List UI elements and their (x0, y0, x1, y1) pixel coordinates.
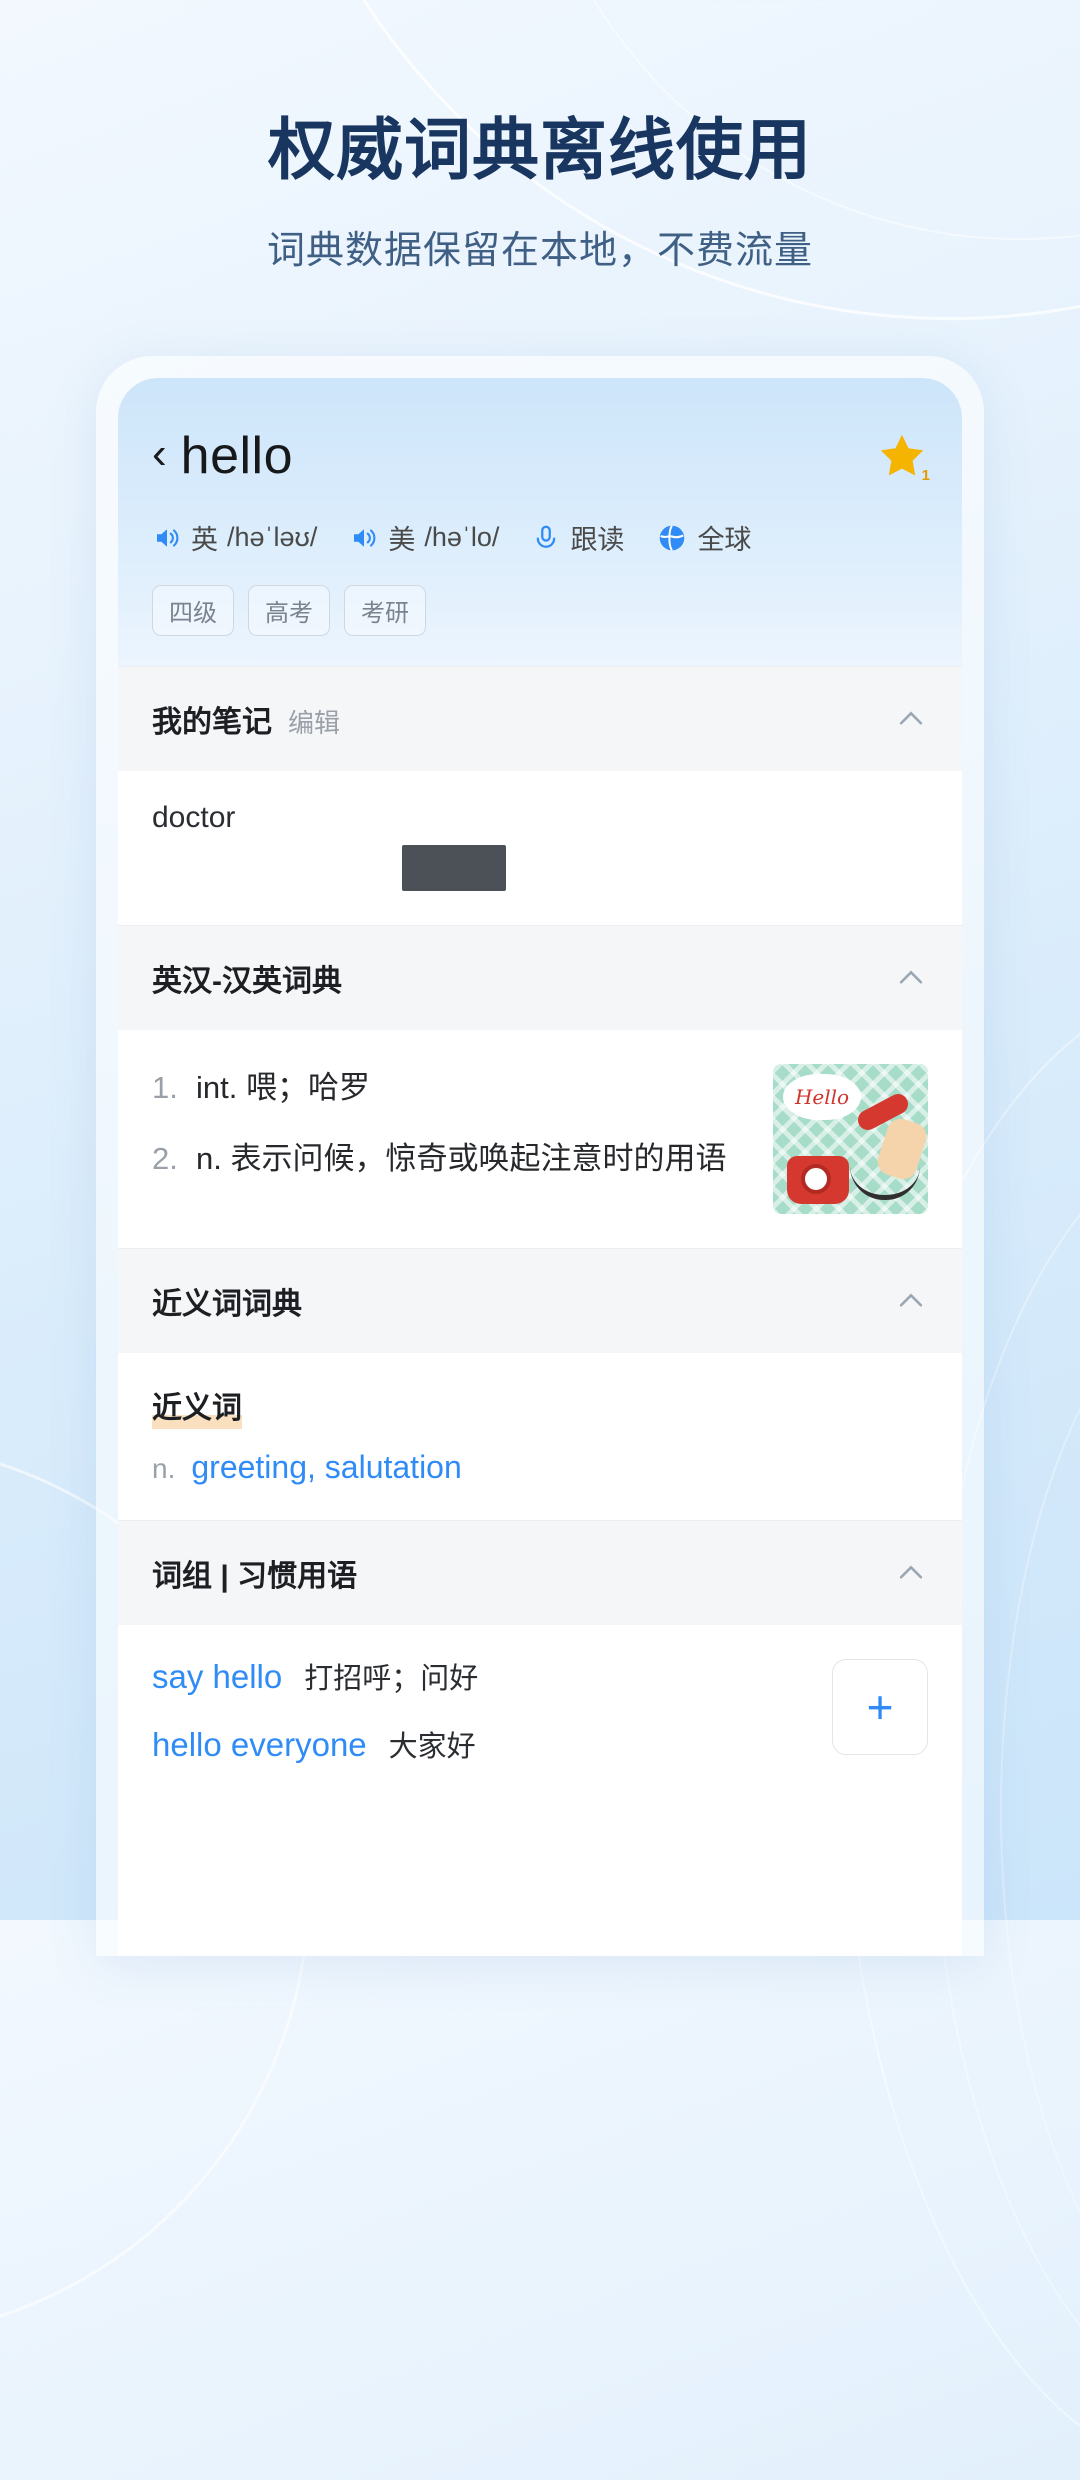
word-title-left: ‹ hello (152, 426, 293, 486)
section-header-phrases[interactable]: 词组 | 习惯用语 (118, 1520, 962, 1625)
read-aloud-button[interactable]: 跟读 (531, 518, 624, 557)
add-phrase-button[interactable]: + (832, 1659, 928, 1755)
pronunciation-us[interactable]: 美 /həˈlo/ (349, 518, 499, 557)
speaker-icon (354, 528, 376, 547)
section-header-left: 词组 | 习惯用语 (152, 1551, 357, 1595)
thumbnail-caption: Hello (783, 1074, 861, 1120)
favorite-button[interactable]: 1 (876, 430, 930, 484)
note-text: doctor (152, 801, 236, 834)
section-title-my-notes: 我的笔记 (152, 706, 272, 739)
section-header-left: 近义词词典 (152, 1279, 302, 1323)
phrase-row[interactable]: say hello 打招呼；问好 (152, 1655, 832, 1697)
chevron-up-icon[interactable] (894, 1556, 928, 1590)
exam-tag-kaoyan[interactable]: 考研 (344, 585, 426, 636)
pronunciation-uk[interactable]: 英 /həˈləʊ/ (152, 518, 317, 557)
read-aloud-label: 跟读 (570, 525, 625, 555)
section-body-my-notes: doctor (118, 771, 962, 925)
pronunciation-region-uk: 英 (191, 525, 218, 555)
phone-mockup-frame: ‹ hello 1 英 /həˈləʊ/ 美 /həˈlo/ 跟读 全球 四级 … (96, 356, 984, 1956)
definition-item: 1. int. 喂；哈罗 (152, 1066, 753, 1111)
edit-notes-link[interactable]: 编辑 (288, 703, 340, 740)
favorite-badge: 1 (921, 467, 930, 484)
phrase-chinese: 大家好 (388, 1731, 476, 1763)
hero-banner: 权威词典离线使用 词典数据保留在本地，不费流量 (0, 0, 1080, 274)
headword: hello (180, 427, 294, 485)
definition-list: 1. int. 喂；哈罗 2. n. 表示问候，惊奇或唤起注意时的用语 (152, 1060, 753, 1214)
pronunciation-ipa-us: /həˈlo/ (424, 522, 500, 552)
section-body-phrases: say hello 打招呼；问好 hello everyone 大家好 + (118, 1625, 962, 1801)
exam-tag-cet4[interactable]: 四级 (152, 585, 234, 636)
global-button[interactable]: 全球 (656, 518, 751, 557)
hello-telephone-illustration[interactable]: Hello (773, 1064, 928, 1214)
star-icon (880, 434, 924, 476)
pronunciation-region-us: 美 (388, 525, 416, 555)
chevron-up-icon[interactable] (894, 702, 928, 736)
phrase-english[interactable]: hello everyone (152, 1726, 367, 1764)
word-title-row: ‹ hello 1 (152, 426, 930, 486)
definition-content: n. 表示问候，惊奇或唤起注意时的用语 (196, 1137, 726, 1182)
section-header-left: 我的笔记 编辑 (152, 697, 340, 741)
speaker-icon (157, 528, 179, 547)
section-header-ec-ce-dictionary[interactable]: 英汉-汉英词典 (118, 925, 962, 1030)
global-label: 全球 (697, 525, 752, 555)
globe-icon (660, 524, 685, 551)
section-header-synonym-dictionary[interactable]: 近义词词典 (118, 1248, 962, 1353)
definition-text: 表示问候，惊奇或唤起注意时的用语 (230, 1140, 727, 1176)
pronunciation-row: 英 /həˈləʊ/ 美 /həˈlo/ 跟读 全球 (152, 518, 928, 557)
section-header-left: 英汉-汉英词典 (152, 956, 342, 1000)
exam-tag-gaokao[interactable]: 高考 (248, 585, 330, 636)
synonym-words[interactable]: greeting, salutation (191, 1449, 461, 1486)
definition-item: 2. n. 表示问候，惊奇或唤起注意时的用语 (152, 1137, 753, 1182)
definition-number: 2. (152, 1140, 178, 1176)
microphone-icon (537, 525, 556, 548)
definition-text: 喂；哈罗 (245, 1070, 370, 1105)
page-title: 权威词典离线使用 (268, 113, 812, 188)
synonym-subhead: 近义词 (152, 1383, 242, 1429)
synonym-pos: n. (152, 1453, 176, 1484)
section-title-ec-ce-dictionary: 英汉-汉英词典 (152, 965, 342, 998)
exam-tag-row: 四级 高考 考研 (152, 585, 928, 666)
chevron-up-icon[interactable] (894, 961, 928, 995)
section-title-synonym-dictionary: 近义词词典 (152, 1288, 302, 1321)
definition-pos: int. (196, 1070, 238, 1105)
word-header: ‹ hello 1 英 /həˈləʊ/ 美 /həˈlo/ 跟读 全球 四级 … (118, 378, 962, 666)
phrase-english[interactable]: say hello (152, 1658, 282, 1696)
redaction-block (402, 845, 506, 891)
definition-content: int. 喂；哈罗 (196, 1066, 370, 1111)
chevron-left-icon[interactable]: ‹ (152, 432, 167, 476)
section-title-phrases: 词组 | 习惯用语 (152, 1560, 358, 1593)
phrase-list: say hello 打招呼；问好 hello everyone 大家好 (152, 1655, 832, 1791)
page-subtitle: 词典数据保留在本地，不费流量 (266, 230, 813, 273)
pronunciation-ipa-uk: /həˈləʊ/ (227, 522, 318, 552)
section-body-synonym-dictionary: 近义词 n. greeting, salutation (118, 1353, 962, 1520)
synonym-entry: n. greeting, salutation (152, 1449, 928, 1486)
telephone-dial-icon (801, 1164, 831, 1194)
decorative-arc-6 (1000, 1260, 1080, 2360)
chevron-up-icon[interactable] (894, 1284, 928, 1318)
phrase-row[interactable]: hello everyone 大家好 (152, 1723, 832, 1765)
definition-pos: n. (196, 1140, 222, 1176)
section-header-my-notes[interactable]: 我的笔记 编辑 (118, 666, 962, 771)
phone-screen: ‹ hello 1 英 /həˈləʊ/ 美 /həˈlo/ 跟读 全球 四级 … (118, 378, 962, 1956)
phrase-chinese: 打招呼；问好 (304, 1663, 479, 1695)
definition-wrapper: 1. int. 喂；哈罗 2. n. 表示问候，惊奇或唤起注意时的用语 Hell… (152, 1060, 928, 1214)
section-body-ec-ce-dictionary: 1. int. 喂；哈罗 2. n. 表示问候，惊奇或唤起注意时的用语 Hell… (118, 1030, 962, 1248)
definition-number: 1. (152, 1070, 178, 1105)
